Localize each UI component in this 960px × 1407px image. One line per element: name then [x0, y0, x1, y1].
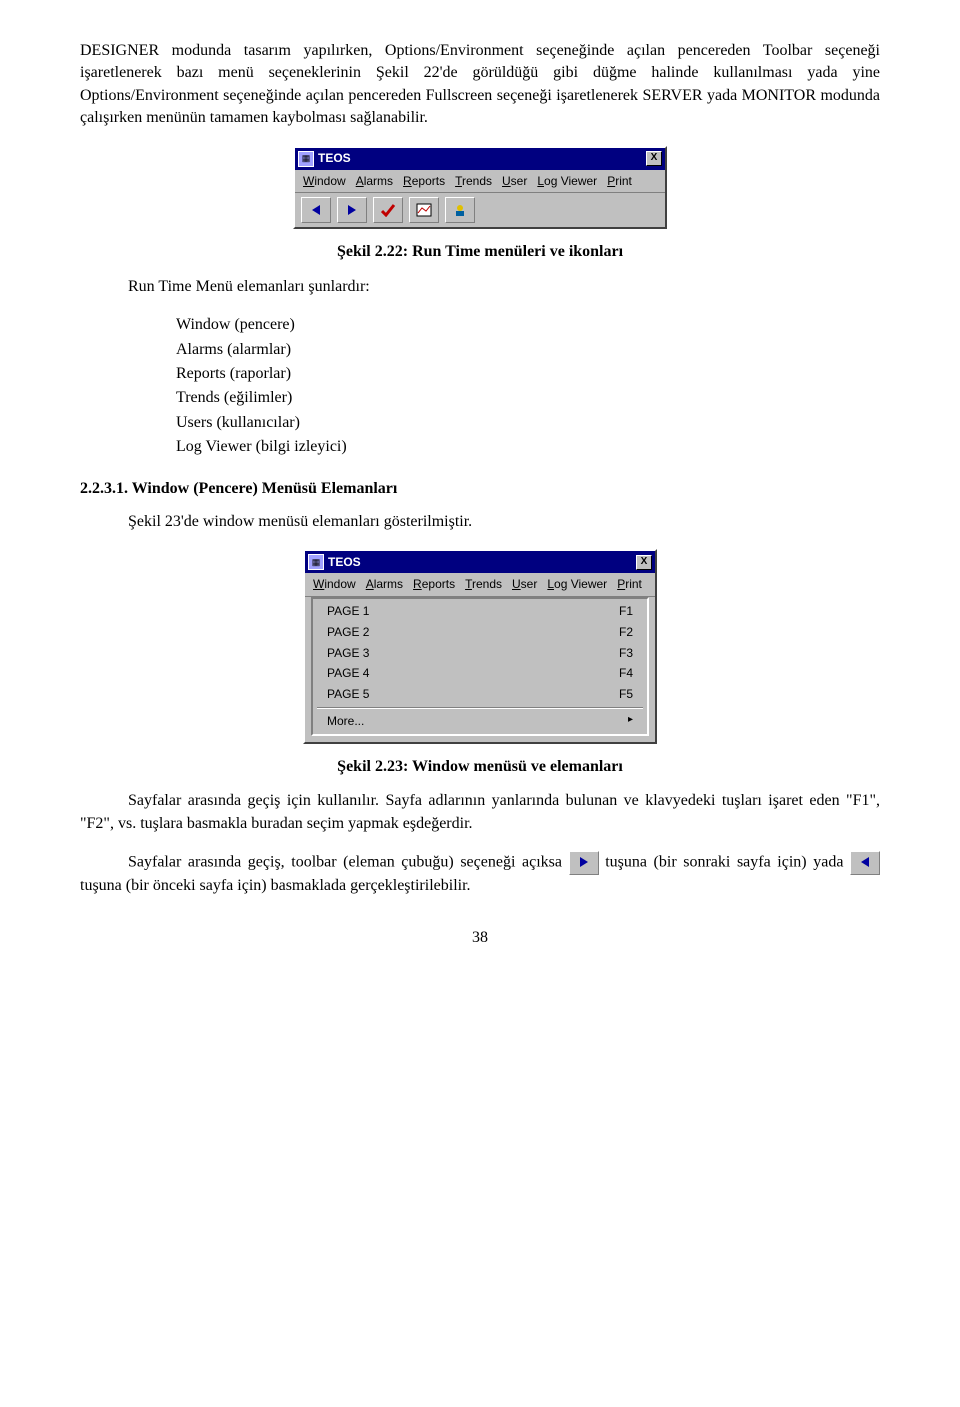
menu-item-page3[interactable]: PAGE 3 F3 [313, 643, 647, 664]
page-number: 38 [80, 927, 880, 949]
para4-part-b: tuşuna (bir sonraki sayfa için) yada [605, 854, 850, 871]
list-item: Window (pencere) [176, 314, 880, 336]
menu-logviewer[interactable]: Log Viewer [537, 173, 597, 190]
chart-icon[interactable] [409, 197, 439, 223]
menu-logviewer[interactable]: Log Viewer [547, 576, 607, 593]
menu-reports[interactable]: Reports [403, 173, 445, 190]
menu-reports[interactable]: Reports [413, 576, 455, 593]
window-dropdown: PAGE 1 F1 PAGE 2 F2 PAGE 3 F3 PAGE 4 F4 … [311, 597, 649, 736]
menubar: Window Alarms Reports Trends User Log Vi… [305, 573, 655, 597]
runtime-list: Window (pencere) Alarms (alarmlar) Repor… [176, 314, 880, 458]
para4-part-a: Sayfalar arasında geçiş, toolbar (eleman… [128, 854, 569, 871]
paragraph-1: DESIGNER modunda tasarım yapılırken, Opt… [80, 40, 880, 130]
runtime-intro: Run Time Menü elemanları şunlardır: [80, 276, 880, 298]
section-heading: 2.2.3.1. Window (Pencere) Menüsü Elemanl… [80, 478, 880, 500]
close-icon[interactable]: X [646, 151, 662, 166]
app-icon: ▦ [298, 151, 314, 167]
prev-page-icon[interactable] [301, 197, 331, 223]
toolbar [295, 193, 665, 227]
menu-alarms[interactable]: Alarms [356, 173, 393, 190]
paragraph-2: Şekil 23'de window menüsü elemanları gös… [80, 511, 880, 533]
menu-trends[interactable]: Trends [455, 173, 492, 190]
titlebar: ▦ TEOS X [305, 551, 655, 573]
paragraph-1-text: DESIGNER modunda tasarım yapılırken, Opt… [80, 42, 880, 126]
menu-item-more[interactable]: More... ▸ [313, 711, 647, 732]
paragraph-3: Sayfalar arasında geçiş için kullanılır.… [80, 790, 880, 835]
figure-caption-2: Şekil 2.23: Window menüsü ve elemanları [80, 756, 880, 778]
menubar: Window Alarms Reports Trends User Log Vi… [295, 170, 665, 194]
para4-part-c: tuşuna (bir önceki sayfa için) basmaklad… [80, 877, 471, 894]
close-icon[interactable]: X [636, 555, 652, 570]
check-icon[interactable] [373, 197, 403, 223]
menu-window[interactable]: Window [303, 173, 346, 190]
titlebar: ▦ TEOS X [295, 148, 665, 170]
teos-window-1: ▦ TEOS X Window Alarms Reports Trends Us… [293, 146, 667, 230]
menu-alarms[interactable]: Alarms [366, 576, 403, 593]
menu-print[interactable]: Print [617, 576, 642, 593]
list-item: Trends (eğilimler) [176, 387, 880, 409]
prev-page-icon[interactable] [850, 851, 880, 875]
paragraph-4: Sayfalar arasında geçiş, toolbar (eleman… [80, 851, 880, 897]
user-icon[interactable] [445, 197, 475, 223]
menu-item-page5[interactable]: PAGE 5 F5 [313, 684, 647, 705]
menu-trends[interactable]: Trends [465, 576, 502, 593]
window-title: TEOS [328, 554, 636, 571]
menu-user[interactable]: User [512, 576, 537, 593]
menu-print[interactable]: Print [607, 173, 632, 190]
submenu-arrow-icon: ▸ [628, 713, 633, 730]
app-icon: ▦ [308, 554, 324, 570]
teos-window-2: ▦ TEOS X Window Alarms Reports Trends Us… [303, 549, 657, 744]
list-item: Reports (raporlar) [176, 363, 880, 385]
list-item: Alarms (alarmlar) [176, 339, 880, 361]
figure-caption-1: Şekil 2.22: Run Time menüleri ve ikonlar… [80, 241, 880, 263]
menu-item-page1[interactable]: PAGE 1 F1 [313, 601, 647, 622]
menu-window[interactable]: Window [313, 576, 356, 593]
menu-item-page2[interactable]: PAGE 2 F2 [313, 622, 647, 643]
menu-separator [317, 707, 643, 709]
menu-user[interactable]: User [502, 173, 527, 190]
list-item: Log Viewer (bilgi izleyici) [176, 436, 880, 458]
next-page-icon[interactable] [337, 197, 367, 223]
list-item: Users (kullanıcılar) [176, 412, 880, 434]
next-page-icon[interactable] [569, 851, 599, 875]
menu-item-page4[interactable]: PAGE 4 F4 [313, 663, 647, 684]
window-title: TEOS [318, 150, 646, 167]
